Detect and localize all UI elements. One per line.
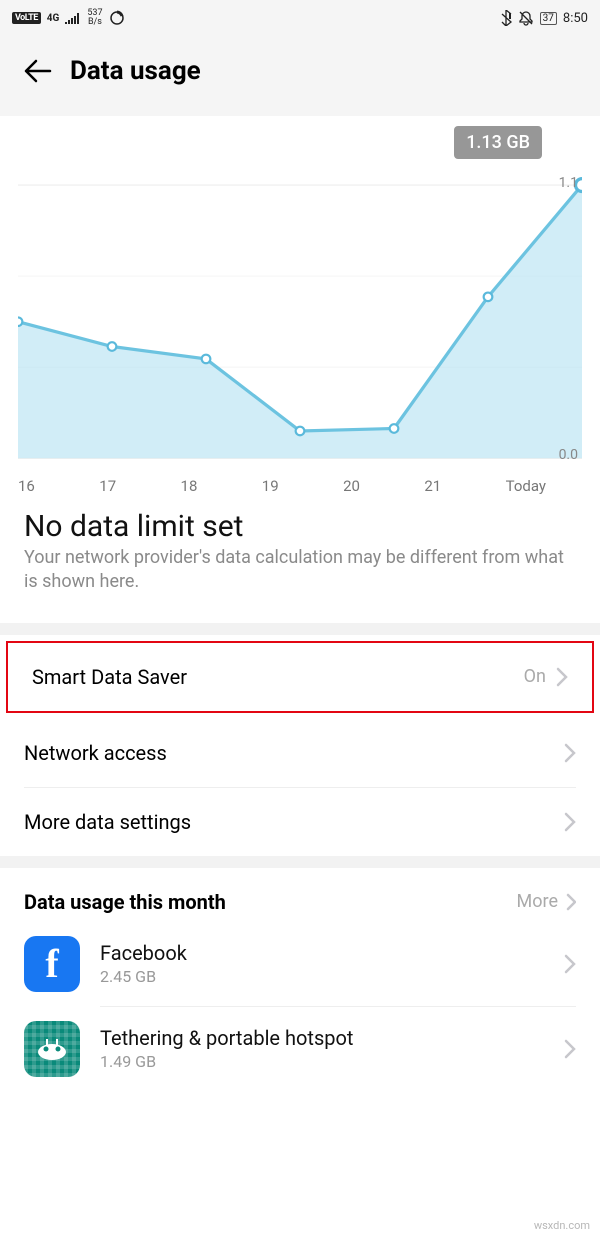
x-tick: 16 xyxy=(18,477,35,495)
dnd-icon xyxy=(518,10,534,26)
x-tick: 18 xyxy=(181,477,198,495)
data-usage-icon xyxy=(109,10,125,26)
app-row-tethering[interactable]: Tethering & portable hotspot 1.49 GB xyxy=(0,1007,600,1091)
watermark: wsxdn.com xyxy=(534,1219,590,1232)
facebook-icon: f xyxy=(24,936,80,992)
app-name: Tethering & portable hotspot xyxy=(100,1026,544,1050)
row-label: Network access xyxy=(24,741,167,765)
y-tick-bottom: 0.0 xyxy=(559,447,578,463)
net-speed: 537 B/s xyxy=(87,9,102,27)
status-left: VoLTE 4G 537 B/s xyxy=(12,9,125,27)
x-tick: 17 xyxy=(99,477,116,495)
chevron-right-icon xyxy=(564,743,576,763)
more-link[interactable]: More xyxy=(517,891,576,912)
chevron-right-icon xyxy=(564,812,576,832)
chevron-right-icon xyxy=(564,954,576,974)
battery-indicator: 37 xyxy=(540,12,557,25)
data-chart: 1.13 GB 1.1 0.0 16 17 18 19 20 21 Today xyxy=(0,116,600,495)
row-value: On xyxy=(524,666,546,687)
chart-body: 1.1 0.0 xyxy=(18,169,582,469)
header: Data usage xyxy=(0,34,600,116)
app-name: Facebook xyxy=(100,941,544,965)
status-right: 37 8:50 xyxy=(500,10,588,26)
row-label: More data settings xyxy=(24,810,191,834)
network-access-row[interactable]: Network access xyxy=(0,719,600,787)
smart-data-saver-highlight: Smart Data Saver On xyxy=(6,641,594,713)
chart-x-axis: 16 17 18 19 20 21 Today xyxy=(18,469,582,495)
x-tick: 21 xyxy=(424,477,441,495)
row-label: Smart Data Saver xyxy=(32,665,187,689)
page-title: Data usage xyxy=(70,56,201,86)
signal-icon xyxy=(65,12,81,24)
status-time: 8:50 xyxy=(563,11,588,26)
network-4g: 4G xyxy=(47,13,60,24)
chevron-right-icon xyxy=(564,1039,576,1059)
data-total-pill: 1.13 GB xyxy=(454,126,542,159)
x-tick: 19 xyxy=(262,477,279,495)
limit-subtext: Your network provider's data calculation… xyxy=(24,546,576,595)
back-icon[interactable] xyxy=(22,57,52,85)
month-usage-header: Data usage this month More xyxy=(0,868,600,922)
more-data-settings-row[interactable]: More data settings xyxy=(0,788,600,856)
x-tick: 20 xyxy=(343,477,360,495)
month-title: Data usage this month xyxy=(24,890,226,914)
x-tick: Today xyxy=(506,477,546,495)
section-divider xyxy=(0,856,600,868)
limit-title: No data limit set xyxy=(24,509,576,544)
smart-data-saver-row[interactable]: Smart Data Saver On xyxy=(8,643,592,711)
data-limit-block: No data limit set Your network provider'… xyxy=(0,495,600,623)
section-divider xyxy=(0,623,600,635)
app-row-facebook[interactable]: f Facebook 2.45 GB xyxy=(0,922,600,1006)
app-size: 2.45 GB xyxy=(100,967,544,986)
volte-badge: VoLTE xyxy=(12,12,41,24)
y-tick-top: 1.1 xyxy=(559,175,578,191)
bluetooth-icon xyxy=(500,10,512,26)
chevron-right-icon xyxy=(556,667,568,687)
tethering-icon xyxy=(24,1021,80,1077)
app-size: 1.49 GB xyxy=(100,1052,544,1071)
status-bar: VoLTE 4G 537 B/s 37 8:50 xyxy=(0,0,600,34)
